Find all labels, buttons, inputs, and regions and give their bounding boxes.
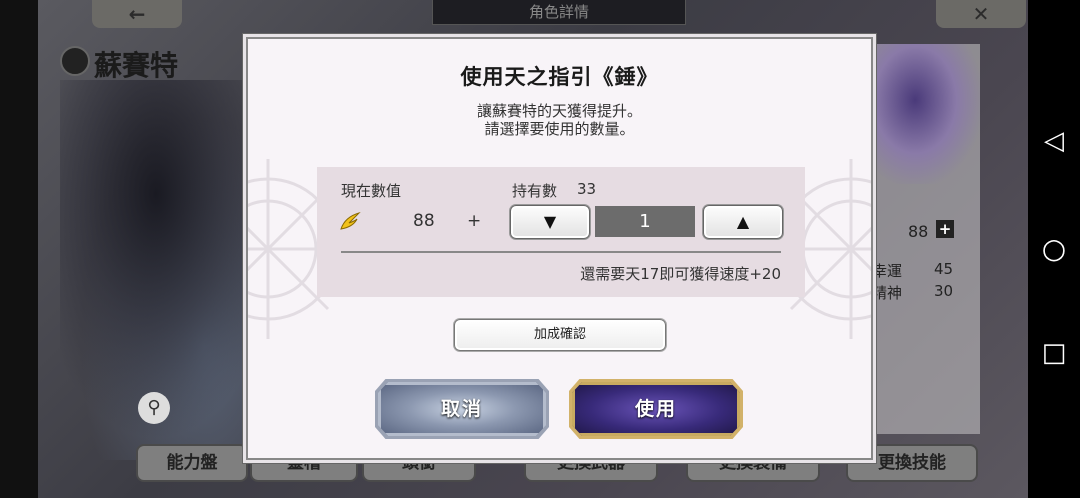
stat-value-spirit: 30	[934, 282, 954, 300]
current-value: 88	[413, 211, 435, 231]
character-portrait	[872, 44, 980, 184]
tab-ability-board[interactable]: 能力盤	[136, 444, 248, 482]
stat-label-spirit: 精神	[872, 284, 903, 302]
quantity-field[interactable]: 1	[595, 206, 695, 237]
decrement-button[interactable]: ▼	[510, 205, 590, 239]
owned-count: 33	[577, 180, 597, 198]
dialog-description-line2: 請選擇要使用的數量。	[484, 120, 635, 138]
add-stat-icon[interactable]: +	[936, 220, 954, 238]
game-screen: ← 角色詳情 ✕ 蘇賽特 88 + 幸運 45 精神 30 ⚲ 能力盤 靈槽 頭…	[0, 0, 1080, 498]
close-button[interactable]: ✕	[936, 0, 1026, 28]
tab-label: 更換技能	[878, 453, 946, 473]
stat-value: 88	[908, 222, 929, 241]
dialog-title: 使用天之指引《錘》	[460, 65, 659, 89]
screen-title: 角色詳情	[432, 0, 686, 25]
increment-button[interactable]: ▲	[703, 205, 783, 239]
wing-feather-icon	[340, 211, 361, 230]
quantity-panel: 現在數值 持有數 33 88 + ▼ 1 ▲ 還需要天17即可獲得速度+20	[317, 167, 805, 297]
element-emblem-icon	[60, 46, 90, 76]
use-button[interactable]: 使用	[572, 382, 740, 436]
owned-label: 持有數	[512, 182, 558, 200]
stat-label-luck: 幸運	[872, 262, 903, 280]
android-home-icon[interactable]: ○	[1028, 232, 1080, 265]
android-recents-icon[interactable]: □	[1028, 338, 1080, 368]
screen-left-edge	[0, 0, 38, 498]
android-back-icon[interactable]: ◁	[1028, 126, 1080, 156]
requirement-note: 還需要天17即可獲得速度+20	[580, 265, 781, 283]
bonus-confirm-button[interactable]: 加成確認	[454, 319, 666, 351]
use-item-dialog: 使用天之指引《錘》 讓蘇賽特的天獲得提升。 請選擇要使用的數量。 現在數值 持有…	[246, 37, 873, 460]
panel-divider	[341, 251, 781, 253]
character-stats-panel: 88 + 幸運 45 精神 30	[872, 44, 980, 434]
zoom-search-icon[interactable]: ⚲	[138, 392, 170, 424]
character-name: 蘇賽特	[94, 49, 179, 82]
increment-arrow-icon: ▲	[736, 212, 750, 231]
tab-label: 能力盤	[166, 453, 218, 473]
dialog-description-line1: 讓蘇賽特的天獲得提升。	[476, 102, 642, 120]
decrement-arrow-icon: ▼	[543, 212, 557, 231]
stat-value-luck: 45	[934, 260, 954, 278]
plus-sign: +	[467, 211, 482, 231]
back-button[interactable]: ←	[92, 0, 182, 28]
android-nav-bar: ◁ ○ □	[1028, 0, 1080, 498]
current-value-label: 現在數值	[341, 182, 402, 200]
cancel-button[interactable]: 取消	[378, 382, 546, 436]
